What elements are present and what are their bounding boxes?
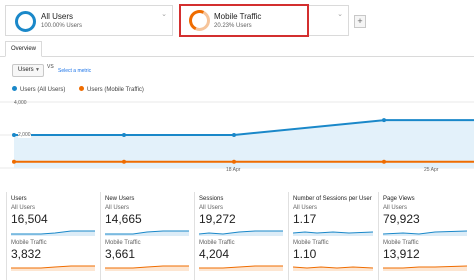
sparkline (383, 230, 467, 236)
chevron-down-icon[interactable]: ⌄ (161, 10, 167, 18)
scorecard-value: 13,912 (383, 247, 420, 261)
sparkline (383, 265, 467, 271)
scorecard-segment: Mobile Traffic (293, 240, 329, 246)
y-tick-label: 4,000 (14, 100, 27, 106)
scorecard-title: Sessions (199, 196, 224, 202)
data-point[interactable] (122, 133, 126, 137)
segment-donut-icon (186, 7, 213, 34)
x-tick-label: 25 Apr (424, 167, 439, 173)
sparkline (293, 231, 373, 236)
data-point[interactable] (382, 118, 386, 123)
scorecard-segment: Mobile Traffic (105, 240, 141, 246)
scorecard-value: 1.10 (293, 247, 317, 261)
scorecard-segment: All Users (11, 205, 36, 211)
legend-dot-icon (79, 86, 84, 91)
y-tick-label: 2,000 (18, 132, 31, 138)
scorecard-title: Page Views (383, 196, 415, 202)
vs-label: VS (47, 64, 54, 70)
sparkline (105, 230, 189, 236)
segment-options[interactable]: ⌄ (309, 5, 349, 36)
metric-select[interactable]: Users ▼ (12, 64, 44, 77)
scorecard-value: 14,665 (105, 212, 142, 226)
scorecard-value: 4,204 (199, 247, 230, 261)
scorecard-title: New Users (105, 196, 135, 202)
tab-overview[interactable]: Overview (5, 41, 43, 57)
metric-select-value: Users (18, 67, 34, 73)
sparkline (199, 265, 283, 271)
scorecard-segment: Mobile Traffic (11, 240, 47, 246)
legend-dot-icon (12, 86, 17, 91)
sparkline (199, 230, 283, 236)
data-point[interactable] (12, 133, 16, 137)
scorecard-segment: All Users (383, 205, 408, 211)
scorecard-value: 79,923 (383, 212, 420, 226)
segment-bar: All Users 100.00% Users ⌄ Mobile Traffic… (0, 0, 474, 38)
data-point[interactable] (232, 159, 236, 164)
sparkline (105, 265, 189, 271)
sparkline (11, 265, 95, 271)
legend-item-mobile-traffic[interactable]: Users (Mobile Traffic) (79, 86, 144, 93)
scorecard-segment: All Users (199, 205, 224, 211)
line-chart: 4,000 2,000 18 Apr 25 Apr (0, 96, 474, 182)
scorecards: Users All Users 16,504 Mobile Traffic 3,… (0, 192, 474, 280)
scorecard-title: Users (11, 196, 27, 202)
scorecard-segment: Mobile Traffic (383, 240, 419, 246)
scorecard-segment: All Users (293, 205, 318, 211)
x-tick-label: 18 Apr (226, 167, 241, 173)
scorecard-value: 16,504 (11, 212, 48, 226)
chevron-down-icon: ▼ (35, 67, 40, 73)
legend-label: Users (All Users) (20, 87, 66, 93)
data-point[interactable] (382, 159, 386, 164)
scorecard-new-users[interactable]: New Users All Users 14,665 Mobile Traffi… (100, 192, 192, 280)
data-point[interactable] (12, 159, 16, 164)
segment-name: Mobile Traffic (214, 12, 262, 21)
scorecard-segment: Mobile Traffic (199, 240, 235, 246)
scorecard-title: Number of Sessions per User (293, 196, 372, 202)
data-point[interactable] (232, 133, 236, 137)
add-segment-button[interactable]: + (354, 15, 366, 28)
legend-label: Users (Mobile Traffic) (87, 87, 144, 93)
scorecard-value: 19,272 (199, 212, 236, 226)
scorecard-value: 3,661 (105, 247, 136, 261)
legend-item-all-users[interactable]: Users (All Users) (12, 86, 65, 93)
chevron-down-icon[interactable]: ⌄ (337, 10, 343, 18)
scorecard-sessions[interactable]: Sessions All Users 19,272 Mobile Traffic… (194, 192, 286, 280)
scorecard-value: 3,832 (11, 247, 42, 261)
segment-percent: 20.23% Users (214, 23, 252, 29)
scorecard-page-views[interactable]: Page Views All Users 79,923 Mobile Traff… (378, 192, 472, 280)
data-point[interactable] (122, 159, 126, 164)
segment-name: All Users (41, 12, 74, 21)
segment-mobile-traffic[interactable]: Mobile Traffic 20.23% Users (179, 4, 309, 37)
scorecard-value: 1.17 (293, 212, 317, 226)
scorecard-sessions-per-user[interactable]: Number of Sessions per User All Users 1.… (288, 192, 376, 280)
sparkline (293, 266, 373, 271)
segment-donut-icon (15, 11, 36, 32)
tab-row: Overview (0, 41, 474, 57)
sparkline (11, 230, 95, 236)
segment-all-users[interactable]: All Users 100.00% Users ⌄ (5, 5, 173, 36)
scorecard-segment: All Users (105, 205, 130, 211)
select-metric-link[interactable]: Select a metric (58, 68, 91, 74)
scorecard-users[interactable]: Users All Users 16,504 Mobile Traffic 3,… (6, 192, 98, 280)
segment-percent: 100.00% Users (41, 23, 83, 29)
